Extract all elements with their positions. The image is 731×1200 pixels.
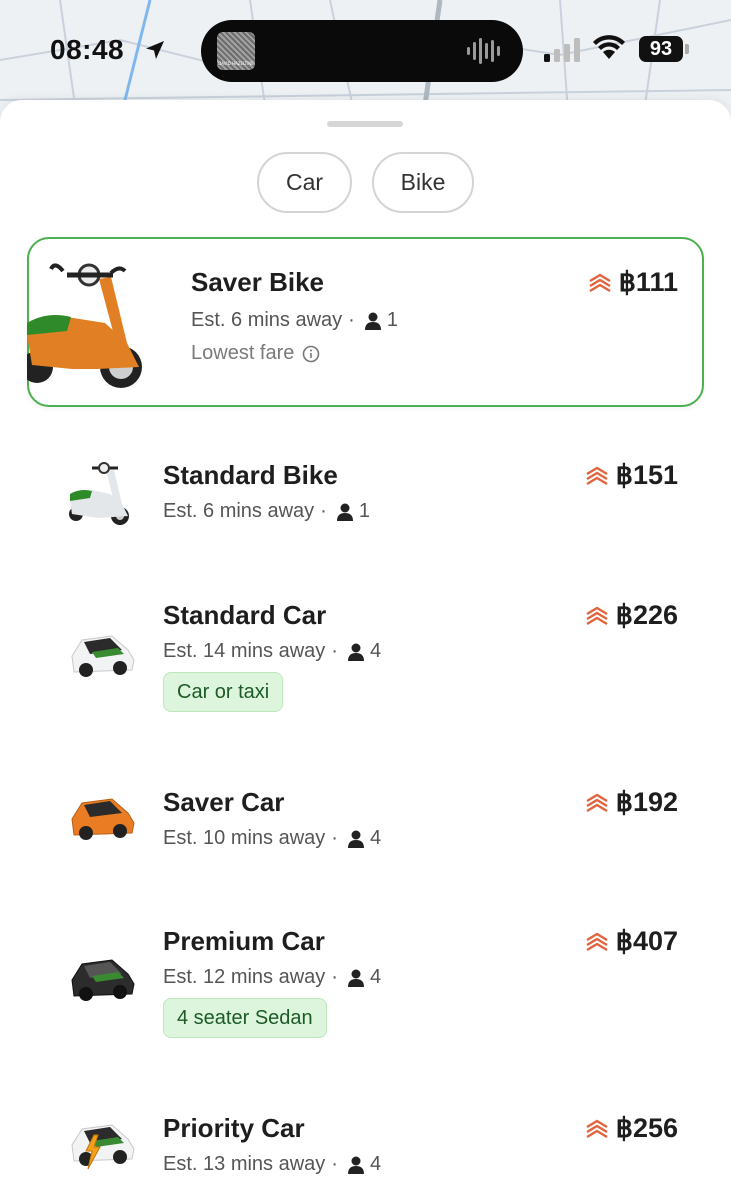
price-text: ฿226 [615, 600, 678, 630]
ride-options-sheet: Car Bike Saver Bike Est. 6 mins away · 1 … [0, 100, 731, 1200]
eta-text: Est. 13 mins away [163, 1153, 326, 1175]
dynamic-island[interactable]: DAVID HAZELTINE [201, 20, 523, 82]
surge-chevrons-icon [586, 466, 608, 485]
signal-icon [544, 38, 582, 67]
eta-text: Est. 12 mins away [163, 966, 326, 988]
tab-car[interactable]: Car [257, 152, 352, 213]
surge-chevrons-icon [586, 1119, 608, 1138]
ride-name: Standard Bike [163, 460, 338, 490]
person-icon [347, 830, 364, 848]
ride-eta: Est. 6 mins away · 1 [191, 309, 398, 331]
white-car-icon [71, 635, 135, 677]
ride-price: ฿192 [586, 787, 678, 818]
seat-count: 1 [358, 500, 370, 522]
ride-eta: Est. 10 mins away · 4 [163, 827, 382, 849]
surge-chevrons-icon [586, 932, 608, 951]
ride-option-priority-car[interactable]: Priority Car Est. 13 mins away · 4 ฿256 [0, 1103, 731, 1193]
ride-price: ฿256 [586, 1113, 678, 1144]
ride-name: Saver Bike [191, 267, 324, 297]
person-icon [347, 969, 364, 987]
white-scooter-icon [69, 462, 129, 525]
note-text: Lowest fare [191, 342, 295, 364]
ride-name: Premium Car [163, 926, 325, 956]
ride-option-saver-car[interactable]: Saver Car Est. 10 mins away · 4 ฿192 [0, 777, 731, 867]
ride-eta: Est. 14 mins away · 4 [163, 640, 382, 662]
orange-scooter-icon [27, 263, 142, 388]
surge-chevrons-icon [586, 793, 608, 812]
ride-price: ฿111 [589, 267, 678, 298]
eta-text: Est. 14 mins away [163, 640, 326, 662]
battery-nub [685, 44, 689, 54]
orange-car-icon [71, 798, 135, 840]
tab-bike[interactable]: Bike [372, 152, 474, 213]
price-text: ฿407 [615, 926, 678, 956]
ride-name: Priority Car [163, 1113, 305, 1143]
waveform-icon [467, 38, 503, 69]
battery-icon: 93 [639, 36, 683, 62]
seat-count: 4 [369, 1153, 382, 1175]
eta-text: Est. 10 mins away [163, 827, 326, 849]
ride-option-standard-car[interactable]: Standard Car Est. 14 mins away · 4 Car or… [0, 590, 731, 720]
price-text: ฿192 [615, 787, 678, 817]
seat-count: 4 [369, 827, 382, 849]
ride-price: ฿151 [586, 460, 678, 491]
eta-text: Est. 6 mins away [191, 309, 343, 331]
eta-text: Est. 6 mins away [163, 500, 315, 522]
ride-price: ฿407 [586, 926, 678, 957]
ride-option-saver-bike[interactable]: Saver Bike Est. 6 mins away · 1 Lowest fa… [27, 237, 704, 407]
status-bar: 08:48 DAVID HAZELTINE 93 [0, 0, 731, 100]
media-thumbnail: DAVID HAZELTINE [217, 32, 255, 70]
lowest-fare-note: Lowest fare [191, 342, 320, 365]
sheet-grabber[interactable] [327, 121, 403, 127]
person-icon [336, 503, 353, 521]
ride-name: Saver Car [163, 787, 285, 817]
seat-count: 1 [386, 309, 398, 331]
status-time: 08:48 [50, 34, 125, 65]
wifi-icon [592, 34, 626, 65]
ride-eta: Est. 13 mins away · 4 [163, 1153, 382, 1175]
surge-chevrons-icon [589, 273, 611, 292]
black-car-icon [71, 959, 135, 1001]
person-icon [347, 1156, 364, 1174]
ride-price: ฿226 [586, 600, 678, 631]
price-text: ฿151 [615, 460, 678, 490]
white-car-bolt-icon [71, 1124, 135, 1170]
ride-name: Standard Car [163, 600, 327, 630]
vehicle-tag: 4 seater Sedan [163, 998, 327, 1038]
seat-count: 4 [369, 640, 382, 662]
seat-count: 4 [369, 966, 382, 988]
surge-chevrons-icon [586, 606, 608, 625]
vehicle-type-tabs: Car Bike [0, 152, 731, 214]
ride-eta: Est. 12 mins away · 4 [163, 966, 382, 988]
person-icon [364, 312, 381, 330]
price-text: ฿256 [615, 1113, 678, 1143]
person-icon [347, 643, 364, 661]
ride-option-premium-car[interactable]: Premium Car Est. 12 mins away · 4 4 seate… [0, 916, 731, 1046]
ride-eta: Est. 6 mins away · 1 [163, 500, 370, 522]
price-text: ฿111 [618, 267, 678, 297]
ride-option-standard-bike[interactable]: Standard Bike Est. 6 mins away · 1 ฿151 [0, 450, 731, 540]
info-icon[interactable] [302, 345, 320, 363]
vehicle-tag: Car or taxi [163, 672, 284, 712]
location-arrow-icon [143, 38, 167, 67]
